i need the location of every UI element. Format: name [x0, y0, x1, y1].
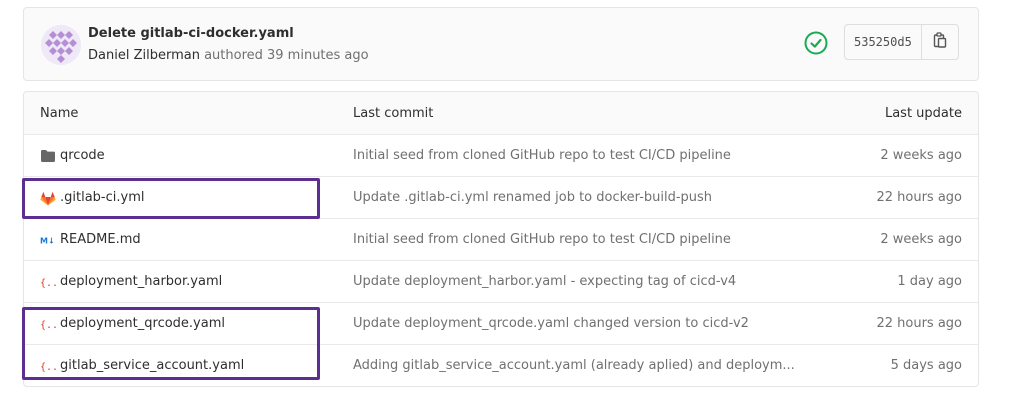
yaml-file-icon: {..} — [40, 316, 56, 332]
commit-message-link[interactable]: Update deployment_harbor.yaml - expectin… — [353, 261, 736, 303]
gitlab-logo-icon — [40, 190, 56, 206]
svg-text:M↓: M↓ — [40, 237, 55, 246]
last-update-time: 22 hours ago — [876, 190, 962, 205]
commit-meta: Daniel Zilberman authored 39 minutes ago — [88, 48, 369, 63]
header-name: Name — [40, 106, 79, 121]
yaml-file-icon: {..} — [40, 274, 56, 290]
table-row[interactable]: {..} gitlab_service_account.yaml Adding … — [24, 345, 978, 386]
svg-text:{..}: {..} — [40, 362, 56, 373]
commit-message-link[interactable]: Initial seed from cloned GitHub repo to … — [353, 135, 731, 177]
last-update-time: 22 hours ago — [876, 316, 962, 331]
commit-sha[interactable]: 535250d5 — [845, 25, 922, 59]
commit-title-link[interactable]: Delete gitlab-ci-docker.yaml — [88, 26, 294, 41]
avatar[interactable] — [41, 25, 81, 65]
last-update-time: 5 days ago — [890, 358, 962, 373]
last-commit-panel: Delete gitlab-ci-docker.yaml Daniel Zilb… — [23, 7, 979, 81]
header-last-update: Last update — [884, 106, 962, 121]
header-last-commit: Last commit — [353, 106, 434, 121]
commit-sha-group: 535250d5 — [844, 24, 959, 60]
last-update-time: 2 weeks ago — [880, 232, 962, 247]
commit-message-link[interactable]: Update .gitlab-ci.yml renamed job to doc… — [353, 177, 712, 219]
commit-message-link[interactable]: Adding gitlab_service_account.yaml (alre… — [353, 345, 795, 386]
file-name-link[interactable]: .gitlab-ci.yml — [60, 177, 144, 219]
table-row[interactable]: qrcode Initial seed from cloned GitHub r… — [24, 135, 978, 177]
commit-authored-time: authored 39 minutes ago — [199, 48, 369, 63]
file-name-link[interactable]: README.md — [60, 219, 141, 261]
file-name-link[interactable]: deployment_qrcode.yaml — [60, 303, 225, 345]
table-header: Name Last commit Last update — [24, 92, 978, 135]
clipboard-icon — [933, 32, 947, 52]
table-row[interactable]: {..} deployment_harbor.yaml Update deplo… — [24, 261, 978, 303]
table-row[interactable]: {..} deployment_qrcode.yaml Update deplo… — [24, 303, 978, 345]
file-name-link[interactable]: gitlab_service_account.yaml — [60, 345, 244, 386]
svg-text:{..}: {..} — [40, 278, 56, 289]
last-update-time: 2 weeks ago — [880, 148, 962, 163]
last-update-time: 1 day ago — [897, 274, 962, 289]
file-name-link[interactable]: deployment_harbor.yaml — [60, 261, 222, 303]
markdown-icon: M↓ — [40, 232, 56, 248]
commit-message-link[interactable]: Update deployment_qrcode.yaml changed ve… — [353, 303, 749, 345]
table-row[interactable]: M↓ README.md Initial seed from cloned Gi… — [24, 219, 978, 261]
file-name-link[interactable]: qrcode — [60, 135, 105, 177]
copy-sha-button[interactable] — [922, 25, 958, 59]
pipeline-status-passed-icon[interactable] — [803, 30, 829, 56]
commit-author-link[interactable]: Daniel Zilberman — [88, 48, 200, 63]
folder-icon — [40, 148, 56, 164]
file-tree-table: Name Last commit Last update qrcode Init… — [23, 91, 979, 387]
yaml-file-icon: {..} — [40, 358, 56, 374]
commit-message-link[interactable]: Initial seed from cloned GitHub repo to … — [353, 219, 731, 261]
table-row[interactable]: .gitlab-ci.yml Update .gitlab-ci.yml ren… — [24, 177, 978, 219]
svg-text:{..}: {..} — [40, 320, 56, 331]
